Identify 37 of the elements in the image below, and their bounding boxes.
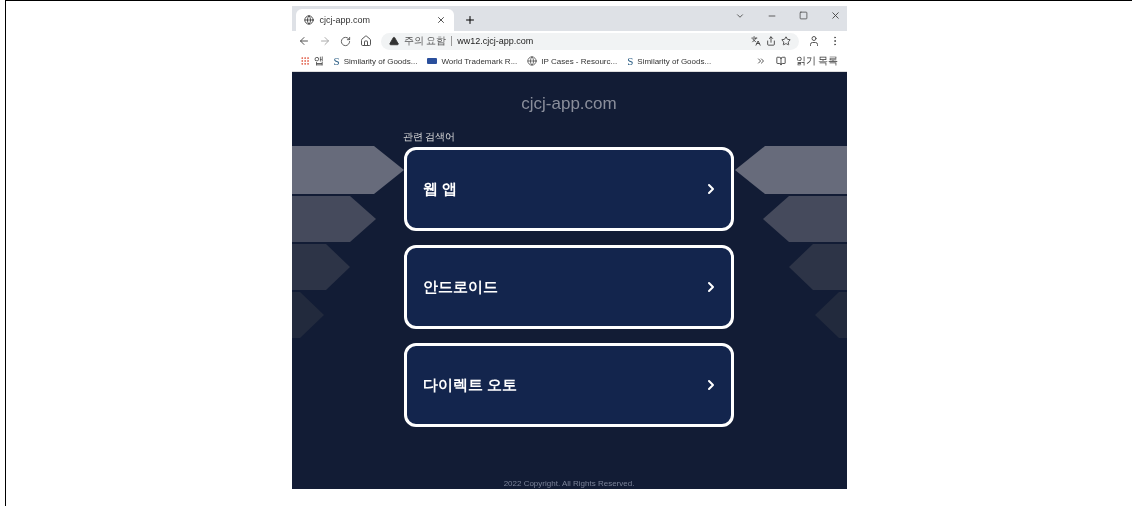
bookmark-link[interactable]: World Trademark R... — [441, 56, 518, 66]
logo-icon — [427, 58, 438, 64]
site-title: cjcj-app.com — [521, 94, 617, 114]
reload-icon[interactable] — [339, 35, 351, 47]
reading-list-icon — [775, 56, 786, 66]
profile-icon[interactable] — [807, 35, 820, 47]
more-bookmarks-icon[interactable] — [755, 56, 766, 66]
translate-icon[interactable] — [750, 36, 761, 46]
close-icon[interactable] — [435, 15, 446, 25]
copyright-text: 2022 Copyright. All Rights Reserved. — [503, 479, 635, 488]
search-link[interactable]: 다이렉트 오토 — [404, 343, 734, 427]
related-label: 관련 검색어 — [402, 130, 456, 144]
maximize-icon[interactable] — [798, 11, 808, 20]
tab-title: cjcj-app.com — [319, 15, 371, 25]
bookmark-link[interactable]: 앱 — [313, 54, 324, 68]
share-icon[interactable] — [765, 36, 776, 46]
warning-icon — [388, 36, 399, 46]
search-link[interactable]: 웹 앱 — [404, 147, 734, 231]
star-icon[interactable] — [780, 36, 791, 46]
new-tab-icon[interactable] — [463, 14, 476, 26]
globe-icon — [303, 15, 314, 25]
bookmark-link[interactable]: Similarity of Goods... — [343, 56, 418, 66]
address-bar[interactable]: 주의 요함 ww12.cjcj-app.com — [380, 32, 799, 50]
globe-icon — [527, 56, 538, 66]
search-link[interactable]: 안드로이드 — [404, 245, 734, 329]
bookmark-link[interactable]: IP Cases - Resourc... — [541, 56, 618, 66]
url-text: ww12.cjcj-app.com — [451, 36, 534, 46]
browser-tab[interactable]: cjcj-app.com — [295, 9, 454, 31]
s-logo-icon: S — [627, 55, 634, 67]
s-logo-icon: S — [333, 55, 340, 67]
close-icon[interactable] — [829, 10, 841, 21]
back-icon[interactable] — [297, 35, 310, 47]
bookmark-link[interactable]: Similarity of Goods... — [637, 56, 712, 66]
security-label: 주의 요함 — [403, 34, 447, 48]
reading-list-link[interactable]: 읽기 목록 — [795, 54, 839, 68]
apps-icon — [299, 56, 310, 66]
home-icon[interactable] — [359, 35, 372, 47]
